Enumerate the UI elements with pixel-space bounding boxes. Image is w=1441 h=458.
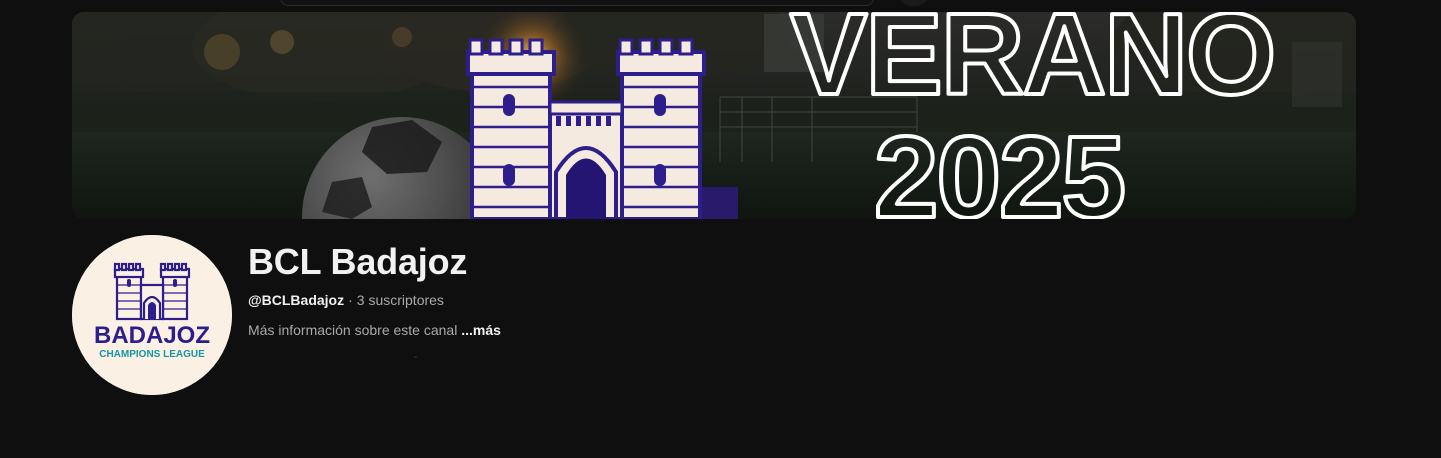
banner-line1: VERANO — [790, 12, 1274, 119]
search-bar-edge[interactable] — [280, 0, 874, 6]
banner-line2: 2025 — [874, 112, 1124, 219]
banner-graphic: VERANO 2025 — [72, 12, 1356, 219]
castle-logo-icon: BADAJOZ CHAMPIONS LEAGUE — [72, 235, 232, 395]
channel-info: BCL Badajoz @BCLBadajoz · 3 suscriptores M… — [248, 238, 1148, 340]
channel-banner[interactable]: VERANO 2025 — [72, 12, 1356, 219]
mic-button-edge[interactable] — [900, 0, 928, 6]
channel-page: VERANO 2025 BADAJOZ CHAMPIONS LEAGUE BCL… — [0, 0, 1441, 458]
more-button[interactable]: ...más — [461, 322, 501, 338]
channel-meta: @BCLBadajoz · 3 suscriptores — [248, 290, 1148, 310]
avatar-logo-text: BADAJOZ — [94, 322, 210, 349]
description-text[interactable]: Más información sobre este canal — [248, 322, 457, 338]
channel-handle[interactable]: @BCLBadajoz — [248, 292, 344, 308]
channel-name: BCL Badajoz — [248, 241, 468, 282]
subscriber-count: 3 suscriptores — [356, 292, 444, 308]
meta-separator: · — [348, 292, 353, 308]
tiny-dot — [414, 356, 417, 358]
channel-avatar[interactable]: BADAJOZ CHAMPIONS LEAGUE — [72, 235, 232, 395]
avatar-logo-subtext: CHAMPIONS LEAGUE — [99, 349, 205, 360]
channel-description[interactable]: Más información sobre este canal ...más — [248, 320, 1148, 340]
